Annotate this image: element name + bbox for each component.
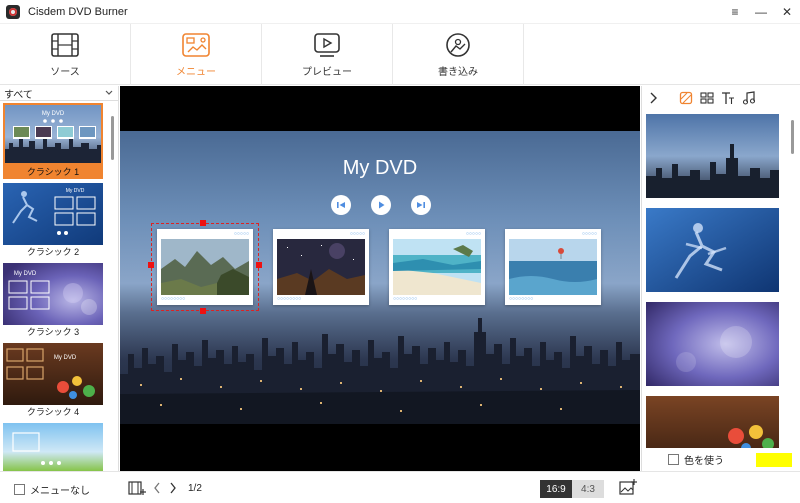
chevron-down-icon: [105, 90, 113, 95]
text-icon[interactable]: [720, 90, 736, 106]
template-thumbnail: [3, 423, 103, 471]
ratio-16-9-button[interactable]: 16:9: [540, 480, 572, 498]
window-controls: ≡ — ✕: [722, 0, 800, 24]
resize-handle[interactable]: [200, 220, 206, 226]
close-button[interactable]: ✕: [774, 0, 800, 24]
template-thumbnail: My DVD: [3, 183, 103, 245]
svg-text:My DVD: My DVD: [42, 111, 65, 117]
template-list: My DVD クラシック 1 My DVD クラシック 2 My DVD クラシ…: [3, 103, 106, 475]
tab-burn[interactable]: 書き込み: [393, 24, 524, 85]
background-panel: 色を使う: [641, 86, 800, 480]
page-indicator: 1/2: [188, 483, 202, 494]
dots-decoration: ○○○○○○○○: [509, 296, 534, 302]
chapter-thumbnail[interactable]: ○○○○○ ○○○○○○○○: [273, 229, 369, 305]
dots-decoration: ○○○○○: [465, 231, 481, 237]
template-thumbnail: My DVD: [3, 343, 103, 405]
tab-preview[interactable]: プレビュー: [262, 24, 393, 85]
template-scrollbar[interactable]: [111, 116, 114, 160]
background-item[interactable]: [646, 114, 779, 198]
dots-decoration: ○○○○○○○○: [393, 296, 418, 302]
template-label: クラシック 3: [26, 327, 80, 337]
color-swatch[interactable]: [756, 452, 792, 467]
dots-decoration: ○○○○○○○○: [277, 296, 302, 302]
add-image-icon[interactable]: [619, 479, 637, 496]
play-button[interactable]: [371, 195, 391, 215]
tab-label: 書き込み: [438, 67, 478, 78]
template-filter-select[interactable]: すべて: [0, 86, 118, 101]
menu-preview: My DVD ○○○○○ ○○○○○○○○ ○○○○○ ○○○○○○○○ ○○○…: [120, 86, 640, 471]
next-page-icon[interactable]: [169, 482, 177, 494]
title-bar: Cisdem DVD Burner ≡ — ✕: [0, 0, 800, 24]
no-menu-option[interactable]: メニューなし: [14, 482, 90, 497]
beach-photo: [393, 239, 481, 295]
background-list: [646, 114, 779, 490]
play-preview-icon: [311, 31, 343, 59]
chapter-thumbnail[interactable]: ○○○○○ ○○○○○○○○: [389, 229, 485, 305]
city-skyline-background: [120, 318, 640, 424]
minimize-button[interactable]: —: [748, 0, 774, 24]
template-label: クラシック 2: [26, 247, 80, 257]
next-button[interactable]: [411, 195, 431, 215]
svg-text:My DVD: My DVD: [54, 355, 77, 361]
layout-icon[interactable]: [699, 90, 715, 106]
ocean-photo: [509, 239, 597, 295]
svg-text:My DVD: My DVD: [66, 188, 85, 194]
app-logo-icon: [6, 4, 20, 19]
tab-menu[interactable]: メニュー: [131, 24, 262, 85]
night-sky-photo: [277, 239, 365, 295]
main-tabs: ソース メニュー プレビュー 書き込み: [0, 24, 800, 85]
film-icon: [49, 31, 81, 59]
tab-label: プレビュー: [302, 67, 352, 78]
use-color-label: 色を使う: [684, 456, 724, 467]
background-icon[interactable]: [678, 90, 694, 106]
menu-template-icon: [180, 31, 212, 59]
template-panel: すべて My DVD クラシック 1 My DVD クラシック 2 My DVD…: [0, 86, 119, 471]
template-label: クラシック 4: [26, 407, 80, 417]
background-item[interactable]: [646, 208, 779, 292]
tab-label: メニュー: [176, 67, 216, 78]
skip-previous-icon: [337, 202, 345, 208]
template-thumbnail: My DVD: [3, 263, 103, 325]
template-item[interactable]: [3, 423, 103, 471]
play-icon: [379, 201, 385, 209]
add-page-icon[interactable]: [128, 480, 146, 496]
dvd-menu-title[interactable]: My DVD: [120, 157, 640, 180]
previous-page-icon[interactable]: [153, 482, 161, 494]
selection-frame[interactable]: [148, 220, 262, 314]
chapter-thumbnail[interactable]: ○○○○○ ○○○○○○○○: [505, 229, 601, 305]
template-label: クラシック 1: [3, 165, 103, 179]
svg-text:My DVD: My DVD: [14, 271, 37, 277]
resize-handle[interactable]: [148, 262, 154, 268]
music-icon[interactable]: [741, 90, 757, 106]
bottom-bar: メニューなし 1/2 16:9 4:3: [0, 471, 800, 503]
no-menu-checkbox[interactable]: [14, 484, 25, 495]
skip-next-icon: [417, 202, 425, 208]
dots-decoration: ○○○○○: [581, 231, 597, 237]
burn-disc-icon: [442, 31, 474, 59]
dots-decoration: ○○○○○: [349, 231, 365, 237]
app-title: Cisdem DVD Burner: [28, 5, 128, 18]
tab-source[interactable]: ソース: [0, 24, 131, 85]
use-color-checkbox[interactable]: [668, 454, 679, 465]
resize-handle[interactable]: [200, 308, 206, 314]
template-item[interactable]: My DVD クラシック 3: [3, 263, 103, 339]
hamburger-menu-icon[interactable]: ≡: [722, 0, 748, 24]
menu-canvas: My DVD ○○○○○ ○○○○○○○○ ○○○○○ ○○○○○○○○ ○○○…: [120, 131, 640, 424]
resize-handle[interactable]: [256, 262, 262, 268]
template-item[interactable]: My DVD クラシック 4: [3, 343, 103, 419]
template-filter-value: すべて: [4, 89, 33, 101]
background-item[interactable]: [646, 302, 779, 386]
no-menu-label: メニューなし: [30, 486, 90, 497]
background-scrollbar[interactable]: [791, 120, 794, 154]
collapse-arrow-icon[interactable]: [645, 90, 661, 106]
use-color-row: 色を使う: [642, 448, 800, 471]
tab-label: ソース: [50, 67, 80, 78]
template-item[interactable]: My DVD クラシック 2: [3, 183, 103, 259]
ratio-4-3-button[interactable]: 4:3: [572, 480, 604, 498]
template-thumbnail: My DVD: [3, 103, 103, 165]
template-item[interactable]: My DVD クラシック 1: [3, 103, 103, 179]
previous-button[interactable]: [331, 195, 351, 215]
right-toolbar: [642, 86, 800, 110]
